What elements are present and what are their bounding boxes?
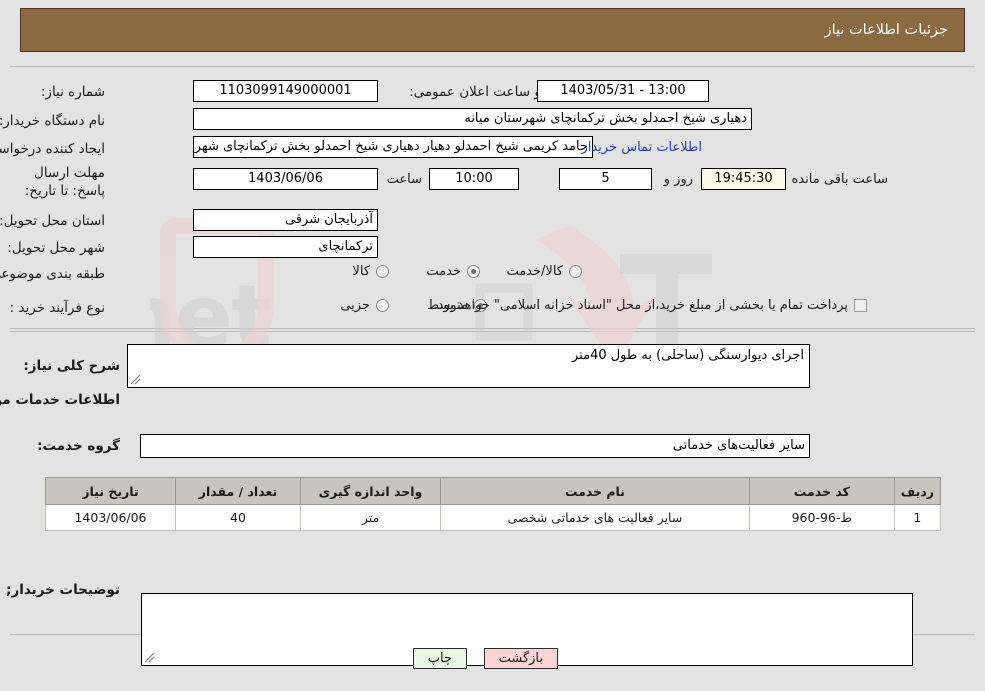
th-code: کد خدمت (748, 477, 895, 505)
back-button[interactable]: بازگشت (483, 648, 558, 669)
radio-icon-khedmat[interactable] (467, 265, 480, 278)
deadline-date-value: 1403/06/06 (193, 168, 378, 190)
need-description-label: شرح کلی نیاز: (23, 358, 120, 374)
cell-name: سایر فعالیت های خدماتی شخصی (440, 504, 750, 531)
radio-icon-kala-khedmat[interactable] (569, 265, 582, 278)
resize-grip-icon-2[interactable] (145, 653, 155, 663)
radio-option-jozee[interactable]: جزیی (340, 298, 389, 313)
cell-qty: 40 (175, 504, 301, 531)
th-qty: تعداد / مقدار (175, 477, 301, 505)
city-label: شهر محل تحویل: (7, 240, 105, 256)
remaining-days-value: 5 (559, 168, 652, 190)
checkbox-icon-treasury[interactable] (854, 299, 867, 312)
buyer-contact-link[interactable]: اطلاعات تماس خریدار (582, 140, 702, 155)
services-section-heading: اطلاعات خدمات مورد نیاز (0, 392, 120, 408)
table-row: 1 ط-96-960 سایر فعالیت های خدماتی شخصی م… (45, 504, 942, 531)
buyer-notes-label: توضیحات خریدار; (6, 582, 120, 598)
announce-date-value: 13:00 - 1403/05/31 (537, 80, 709, 102)
need-number-label: شماره نیاز: (40, 84, 105, 100)
radio-option-kala[interactable]: کالا (352, 264, 389, 279)
creator-value: حامد کریمی شیخ احمدلو دهیار دهیاری شیخ ا… (193, 136, 593, 158)
radio-label-kala: کالا (352, 264, 370, 279)
need-description-textarea[interactable]: اجرای دیوارسنگی (ساحلی) به طول 40متر (127, 344, 810, 388)
th-name: نام خدمت (440, 477, 750, 505)
creator-label: ایجاد کننده درخواست: (0, 141, 105, 157)
th-date: تاریخ نیاز (45, 477, 176, 505)
th-row: ردیف (893, 477, 942, 505)
radio-icon-jozee[interactable] (376, 299, 389, 312)
radio-label-jozee: جزیی (340, 298, 370, 313)
print-button[interactable]: چاپ (412, 648, 467, 669)
cell-row: 1 (893, 504, 942, 531)
treasury-note-label: پرداخت تمام یا بخشی از مبلغ خرید،از محل … (433, 298, 848, 313)
cell-code: ط-96-960 (748, 504, 895, 531)
cell-unit: متر (300, 504, 441, 531)
process-label: نوع فرآیند خرید : (9, 300, 105, 316)
treasury-checkbox-option[interactable]: پرداخت تمام یا بخشی از مبلغ خرید،از محل … (433, 298, 867, 313)
cell-date: 1403/06/06 (45, 504, 176, 531)
hour-label: ساعت (386, 172, 422, 187)
service-group-label: گروه خدمت: (37, 438, 120, 454)
remaining-time-value: 19:45:30 (701, 168, 786, 190)
page-root: AriaTender.net جزئیات اطلاعات نیاز شماره… (0, 0, 985, 691)
service-group-value: سایر فعالیت‌های خدماتی (140, 434, 810, 458)
buyer-org-label: نام دستگاه خریدار: (0, 113, 105, 129)
page-title: جزئیات اطلاعات نیاز (824, 22, 948, 38)
page-header: جزئیات اطلاعات نیاز (20, 8, 965, 52)
th-unit: واحد اندازه گیری (300, 477, 441, 505)
province-label: استان محل تحویل: (0, 213, 105, 229)
services-table: ردیف کد خدمت نام خدمت واحد اندازه گیری ت… (45, 477, 942, 531)
remaining-label: ساعت باقی مانده (791, 172, 888, 187)
city-value: ترکمانچای (193, 236, 378, 258)
category-label: طبقه بندی موضوعی: (0, 266, 105, 282)
need-number-value: 1103099149000001 (193, 80, 378, 102)
radio-option-khedmat[interactable]: خدمت (426, 264, 480, 279)
radio-label-kala-khedmat: کالا/خدمت (506, 264, 563, 279)
resize-grip-icon[interactable] (131, 375, 141, 385)
need-description-value: اجرای دیوارسنگی (ساحلی) به طول 40متر (572, 348, 804, 363)
province-value: آذربایجان شرقی (193, 209, 378, 231)
need-summary-panel (10, 66, 975, 329)
radio-icon-kala[interactable] (376, 265, 389, 278)
buyer-org-value: دهیاری شیخ احمدلو بخش ترکمانچای شهرستان … (193, 108, 752, 130)
days-label: روز و (663, 172, 693, 187)
radio-label-khedmat: خدمت (426, 264, 461, 279)
table-header-row: ردیف کد خدمت نام خدمت واحد اندازه گیری ت… (45, 477, 942, 505)
deadline-label: مهلت ارسال پاسخ: تا تاریخ: (24, 165, 105, 199)
deadline-time-value: 10:00 (429, 168, 519, 190)
radio-option-kala-khedmat[interactable]: کالا/خدمت (506, 264, 582, 279)
